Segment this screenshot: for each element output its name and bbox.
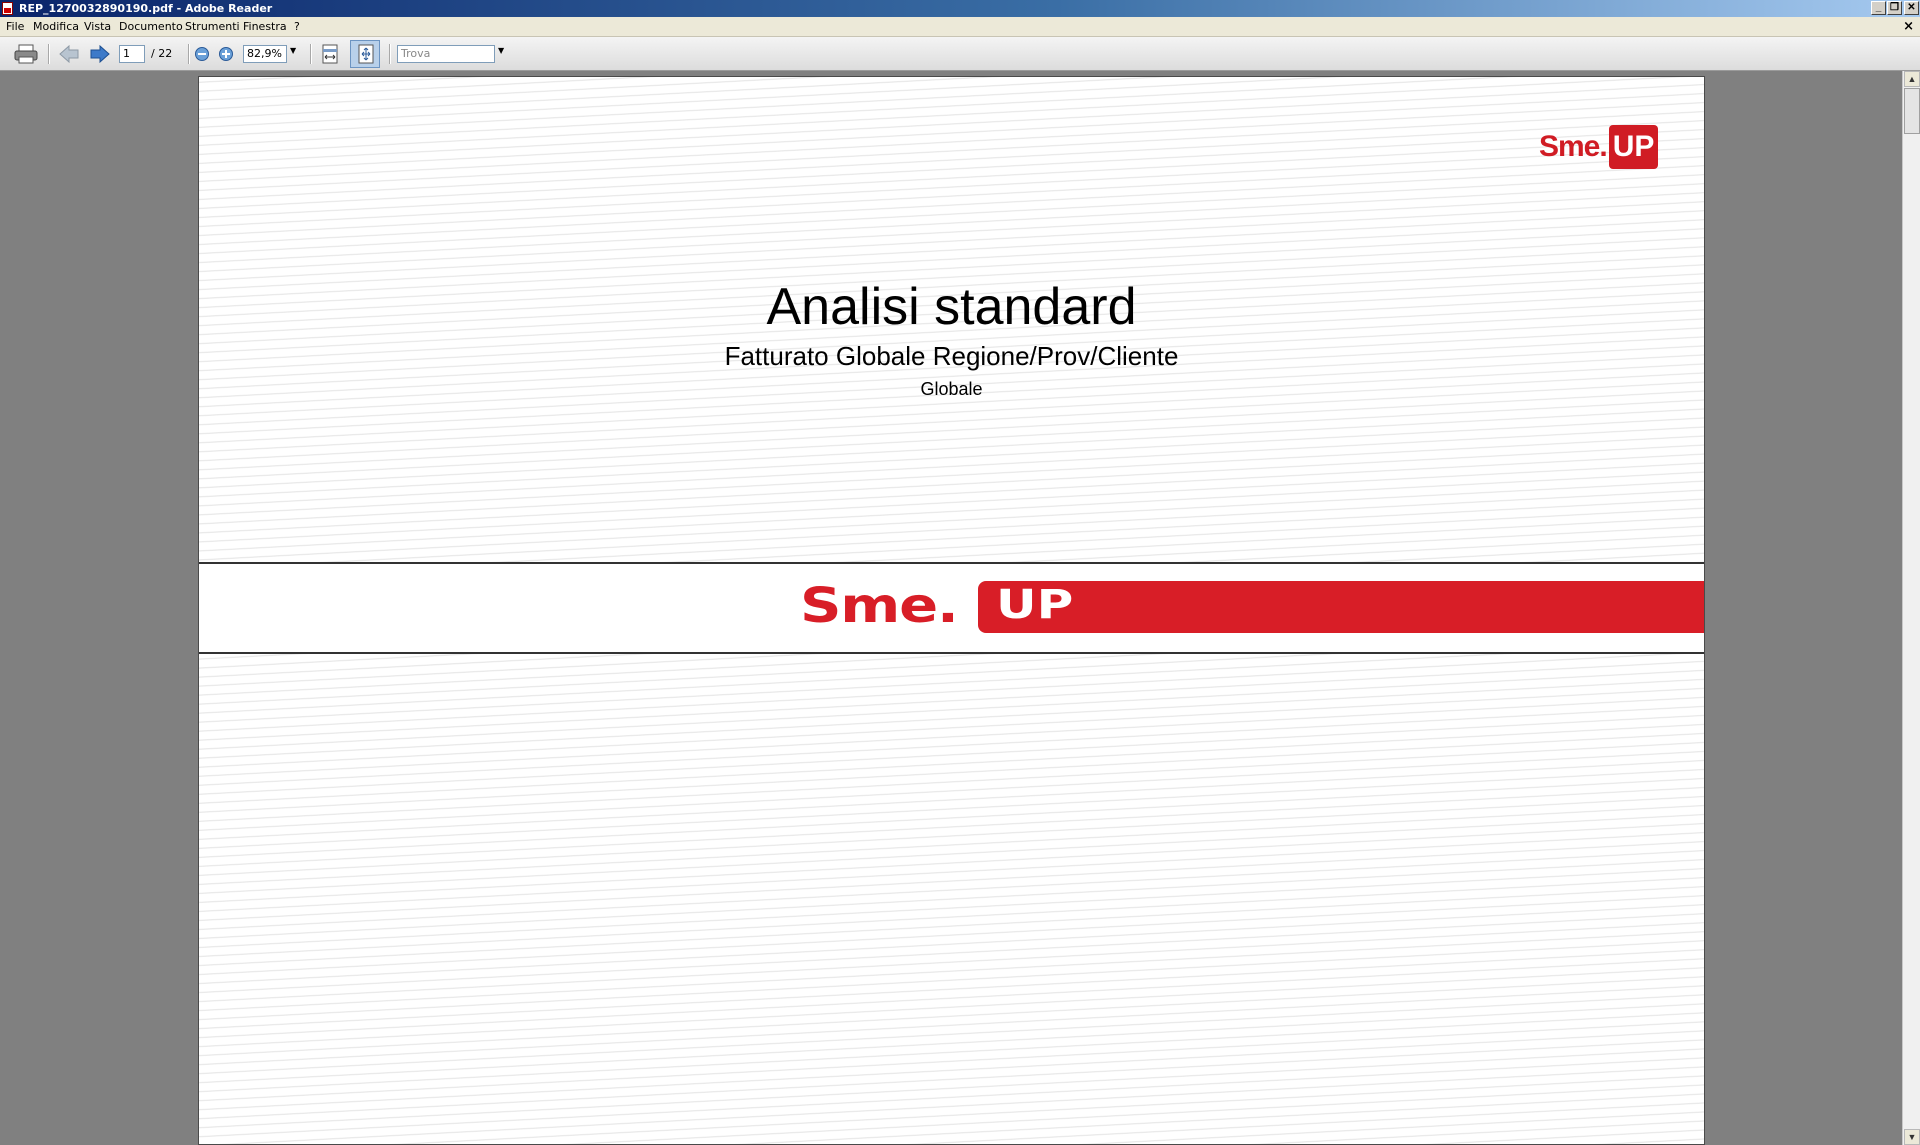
zoom-dropdown-icon[interactable]: ▼	[290, 46, 296, 55]
title-bar: REP_1270032890190.pdf - Adobe Reader _ ❐…	[0, 0, 1920, 17]
scroll-up-icon[interactable]: ▲	[1904, 71, 1920, 87]
report-scope: Globale	[920, 379, 983, 399]
menu-help[interactable]: ?	[294, 20, 300, 33]
scroll-thumb[interactable]	[1904, 88, 1920, 134]
smeup-logo-small: Sme. UP	[1539, 125, 1659, 169]
zoom-out-icon[interactable]	[194, 46, 210, 62]
close-button[interactable]: ✕	[1904, 1, 1919, 15]
band-logo-sme: Sme.	[800, 578, 959, 634]
report-title: Analisi standard	[766, 278, 1137, 336]
menu-modifica[interactable]: Modifica	[33, 20, 79, 33]
menu-documento[interactable]: Documento	[119, 20, 183, 33]
pdf-document-icon	[2, 2, 13, 15]
brand-red-bar	[978, 581, 1704, 633]
pdf-page: Sme. UP Analisi standard Fatturato Global…	[198, 76, 1705, 1145]
logo-up-text: UP	[1608, 125, 1659, 169]
restore-button[interactable]: ❐	[1887, 1, 1902, 15]
zoom-field[interactable]: 82,9%	[243, 45, 287, 63]
menu-finestra[interactable]: Finestra	[243, 20, 287, 33]
zoom-in-icon[interactable]	[218, 46, 234, 62]
fit-width-icon[interactable]	[320, 44, 340, 64]
fit-page-button[interactable]	[350, 40, 380, 68]
previous-page-icon[interactable]	[59, 45, 79, 63]
current-page-field[interactable]: 1	[119, 45, 145, 63]
scroll-down-icon[interactable]: ▼	[1904, 1129, 1920, 1145]
menu-strumenti[interactable]: Strumenti	[185, 20, 240, 33]
report-subtitle: Fatturato Globale Regione/Prov/Cliente	[724, 341, 1179, 371]
document-close-button[interactable]: ×	[1903, 19, 1914, 34]
menu-file[interactable]: File	[6, 20, 24, 33]
print-icon[interactable]	[14, 44, 38, 64]
menu-vista[interactable]: Vista	[84, 20, 111, 33]
brand-band: Sme. UP	[199, 562, 1704, 654]
vertical-scrollbar[interactable]: ▲ ▼	[1902, 71, 1920, 1145]
find-dropdown-icon[interactable]: ▼	[498, 46, 504, 55]
band-logo-up: UP	[996, 582, 1074, 628]
menu-bar: File Modifica Vista Documento Strumenti …	[0, 17, 1920, 37]
window-title: REP_1270032890190.pdf - Adobe Reader	[19, 2, 273, 15]
minimize-button[interactable]: _	[1871, 1, 1886, 15]
find-field[interactable]: Trova	[397, 45, 495, 63]
toolbar: 1 / 22 82,9% ▼ Trova ▼	[0, 37, 1920, 71]
logo-sme-text: Sme.	[1539, 130, 1608, 163]
next-page-icon[interactable]	[90, 45, 110, 63]
page-total: / 22	[151, 47, 173, 60]
fit-page-icon	[358, 44, 374, 64]
document-viewport: Sme. UP Analisi standard Fatturato Global…	[0, 71, 1902, 1145]
